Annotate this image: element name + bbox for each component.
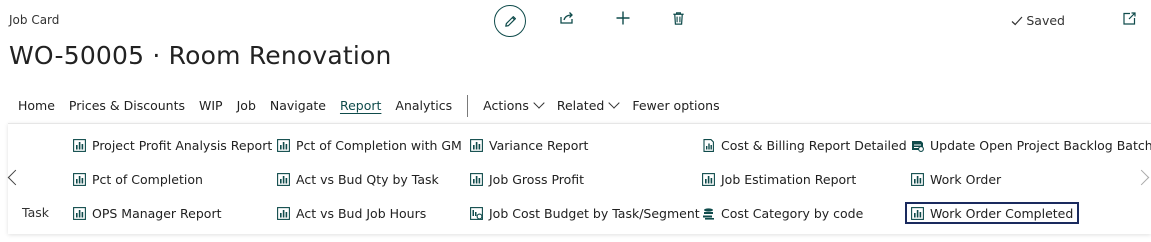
tab-home[interactable]: Home — [0, 96, 62, 116]
popout-button[interactable] — [1121, 11, 1137, 27]
report-icon — [277, 172, 290, 186]
save-status-text: Saved — [1026, 13, 1065, 28]
nav-divider — [467, 95, 469, 117]
tab-job[interactable]: Job — [230, 96, 263, 116]
action-label: Cost Category by code — [721, 205, 864, 221]
action-label: Job Estimation Report — [721, 171, 857, 187]
save-status: Saved — [1011, 13, 1065, 28]
report-icon — [277, 138, 290, 152]
action-label: Pct of Completion with GM — [296, 137, 462, 153]
report-variance[interactable]: Variance Report — [470, 134, 588, 156]
report-work-order-completed[interactable]: Work Order Completed — [905, 202, 1080, 224]
report-icon — [73, 172, 86, 186]
tab-navigate[interactable]: Navigate — [263, 96, 333, 116]
share-icon — [560, 12, 573, 24]
tab-report[interactable]: Report — [333, 96, 388, 116]
report-project-profit-analysis[interactable]: Project Profit Analysis Report — [73, 134, 272, 156]
report-act-vs-bud-hours[interactable]: Act vs Bud Job Hours — [277, 202, 426, 224]
action-label: Project Profit Analysis Report — [92, 137, 273, 153]
report-settings-icon — [470, 206, 483, 220]
row-group-label: Task — [22, 205, 49, 220]
action-label: Job Cost Budget by Task/Segment — [489, 205, 700, 221]
report-icon — [702, 172, 715, 186]
report-icon — [73, 138, 86, 152]
toolbar — [494, 4, 526, 38]
popout-icon — [1123, 12, 1136, 25]
action-label: Variance Report — [489, 137, 589, 153]
related-menu-label: Related — [556, 98, 605, 113]
action-label: Work Order — [930, 171, 1002, 187]
report-icon — [911, 172, 924, 186]
edit-button[interactable] — [494, 5, 526, 37]
report-pct-of-completion[interactable]: Pct of Completion — [73, 168, 203, 190]
report-cost-billing-detailed[interactable]: Cost & Billing Report Detailed — [702, 134, 907, 156]
report-icon — [470, 172, 483, 186]
coins-stack-icon — [703, 207, 714, 220]
page-title: WO-50005 · Room Renovation — [9, 41, 392, 70]
action-label: OPS Manager Report — [92, 205, 222, 221]
plus-icon — [616, 11, 630, 25]
tab-analytics[interactable]: Analytics — [388, 96, 459, 116]
new-button[interactable] — [612, 7, 634, 29]
chevron-down-icon — [533, 97, 545, 109]
fewer-options-button[interactable]: Fewer options — [625, 96, 726, 116]
report-work-order[interactable]: Work Order — [911, 168, 1001, 190]
report-act-vs-bud-qty[interactable]: Act vs Bud Qty by Task — [277, 168, 439, 190]
actions-menu[interactable]: Actions — [476, 96, 550, 116]
action-label: Job Gross Profit — [489, 171, 585, 187]
report-icon — [73, 206, 86, 220]
report-update-open-backlog[interactable]: Update Open Project Backlog Batch — [911, 134, 1151, 156]
report-job-gross-profit[interactable]: Job Gross Profit — [470, 168, 584, 190]
action-label: Cost & Billing Report Detailed — [721, 137, 907, 153]
action-label: Pct of Completion — [92, 171, 203, 187]
report-pct-completion-gm[interactable]: Pct of Completion with GM — [277, 134, 462, 156]
trash-icon — [672, 11, 684, 25]
action-bar: Home Prices & Discounts WIP Job Navigate… — [0, 94, 1151, 118]
delete-button[interactable] — [667, 7, 689, 29]
report-cost-category-by-code[interactable]: Cost Category by code — [702, 202, 863, 224]
report-job-estimation[interactable]: Job Estimation Report — [702, 168, 856, 190]
report-icon — [470, 138, 483, 152]
actions-menu-label: Actions — [483, 98, 529, 113]
chevron-down-icon — [608, 97, 620, 109]
tab-wip[interactable]: WIP — [192, 96, 230, 116]
action-label: Update Open Project Backlog Batch — [930, 137, 1151, 153]
related-menu[interactable]: Related — [550, 96, 625, 116]
pencil-icon — [504, 15, 516, 27]
tab-prices-discounts[interactable]: Prices & Discounts — [62, 96, 192, 116]
share-button[interactable] — [556, 7, 578, 29]
report-ops-manager[interactable]: OPS Manager Report — [73, 202, 222, 224]
action-label: Work Order Completed — [930, 205, 1074, 221]
report-document-icon — [703, 138, 714, 152]
batch-process-icon — [912, 140, 924, 152]
action-label: Act vs Bud Qty by Task — [296, 171, 439, 187]
action-label: Act vs Bud Job Hours — [296, 205, 427, 221]
report-job-cost-budget[interactable]: Job Cost Budget by Task/Segment — [470, 202, 700, 224]
checkmark-icon — [1011, 16, 1023, 25]
page-type-label: Job Card — [9, 13, 60, 27]
report-icon — [911, 206, 924, 220]
report-icon — [277, 206, 290, 220]
